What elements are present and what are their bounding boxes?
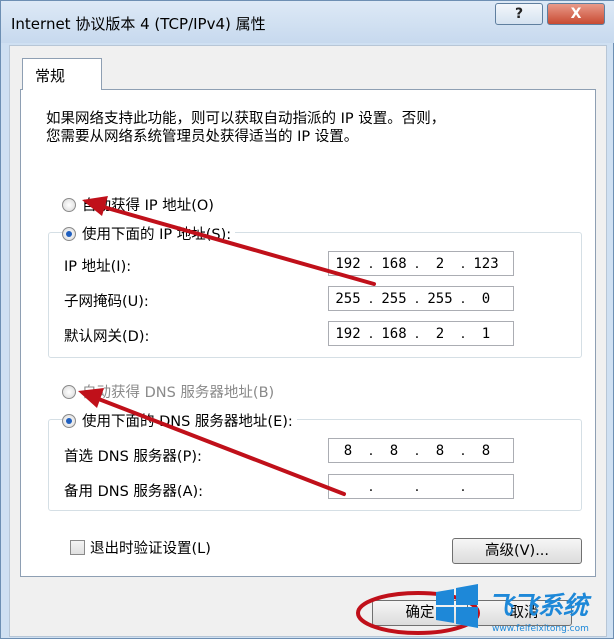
advanced-button[interactable]: 高级(V)...: [452, 538, 582, 564]
gateway-octet-1[interactable]: 192: [329, 326, 367, 342]
radio-auto-dns-circle[interactable]: [62, 384, 76, 399]
gateway-octet-2[interactable]: 168: [375, 326, 413, 342]
ip-address-label: IP 地址(I):: [64, 259, 132, 275]
gateway-octet-3[interactable]: 2: [421, 326, 459, 342]
mask-octet-2[interactable]: 255: [375, 291, 413, 307]
watermark-windows-logo-icon: [436, 584, 478, 628]
alternate-dns-label: 备用 DNS 服务器(A):: [64, 484, 204, 500]
watermark-logo: 飞飞系统 www.feifeixitong.com: [436, 584, 592, 634]
description-line-1: 如果网络支持此功能，则可以获取自动指派的 IP 设置。否则，: [46, 111, 446, 127]
validate-checkbox[interactable]: [70, 540, 85, 555]
title-bar[interactable]: Internet 协议版本 4 (TCP/IPv4) 属性 ? X: [1, 1, 614, 43]
pdns-octet-4[interactable]: 8: [467, 443, 505, 459]
radio-manual-dns-label: 使用下面的 DNS 服务器地址(E):: [82, 414, 293, 430]
radio-auto-dns[interactable]: 自动获得 DNS 服务器地址(B): [62, 381, 279, 402]
alternate-dns-input[interactable]: . . .: [328, 474, 514, 499]
preferred-dns-input[interactable]: 8. 8. 8. 8: [328, 438, 514, 463]
tab-general[interactable]: 常规: [22, 58, 102, 90]
window-title: Internet 协议版本 4 (TCP/IPv4) 属性: [11, 15, 266, 33]
radio-manual-dns-circle[interactable]: [62, 413, 76, 428]
radio-manual-dns[interactable]: 使用下面的 DNS 服务器地址(E):: [62, 410, 297, 431]
pdns-octet-1[interactable]: 8: [329, 443, 367, 459]
radio-auto-ip-circle[interactable]: [62, 197, 76, 212]
watermark-text: 飞飞系统: [488, 591, 592, 620]
radio-manual-ip-label: 使用下面的 IP 地址(S):: [82, 227, 232, 243]
tab-general-label: 常规: [35, 67, 66, 85]
gateway-octet-4[interactable]: 1: [467, 326, 505, 342]
subnet-mask-input[interactable]: 255. 255. 255. 0: [328, 286, 514, 311]
pdns-octet-3[interactable]: 8: [421, 443, 459, 459]
ip-octet-1[interactable]: 192: [329, 256, 367, 272]
radio-manual-ip-circle[interactable]: [62, 226, 76, 241]
radio-manual-ip[interactable]: 使用下面的 IP 地址(S):: [62, 223, 236, 244]
mask-octet-1[interactable]: 255: [329, 291, 367, 307]
radio-auto-dns-label: 自动获得 DNS 服务器地址(B): [82, 385, 275, 401]
mask-octet-4[interactable]: 0: [467, 291, 505, 307]
validate-checkbox-label: 退出时验证设置(L): [90, 541, 211, 557]
subnet-mask-label: 子网掩码(U):: [64, 294, 149, 310]
preferred-dns-label: 首选 DNS 服务器(P):: [64, 449, 202, 465]
close-button[interactable]: X: [547, 3, 605, 25]
ip-address-input[interactable]: 192. 168. 2. 123: [328, 251, 514, 276]
radio-auto-ip[interactable]: 自动获得 IP 地址(O): [62, 194, 218, 215]
ip-octet-2[interactable]: 168: [375, 256, 413, 272]
pdns-octet-2[interactable]: 8: [375, 443, 413, 459]
gateway-label: 默认网关(D):: [64, 329, 150, 345]
description-text: 如果网络支持此功能，则可以获取自动指派的 IP 设置。否则， 您需要从网络系统管…: [46, 110, 566, 146]
mask-octet-3[interactable]: 255: [421, 291, 459, 307]
help-button[interactable]: ?: [495, 3, 543, 25]
radio-auto-ip-label: 自动获得 IP 地址(O): [82, 198, 214, 214]
ip-octet-3[interactable]: 2: [421, 256, 459, 272]
description-line-2: 您需要从网络系统管理员处获得适当的 IP 设置。: [46, 129, 359, 145]
watermark-url: www.feifeixitong.com: [492, 624, 589, 634]
gateway-input[interactable]: 192. 168. 2. 1: [328, 321, 514, 346]
ip-octet-4[interactable]: 123: [467, 256, 505, 272]
